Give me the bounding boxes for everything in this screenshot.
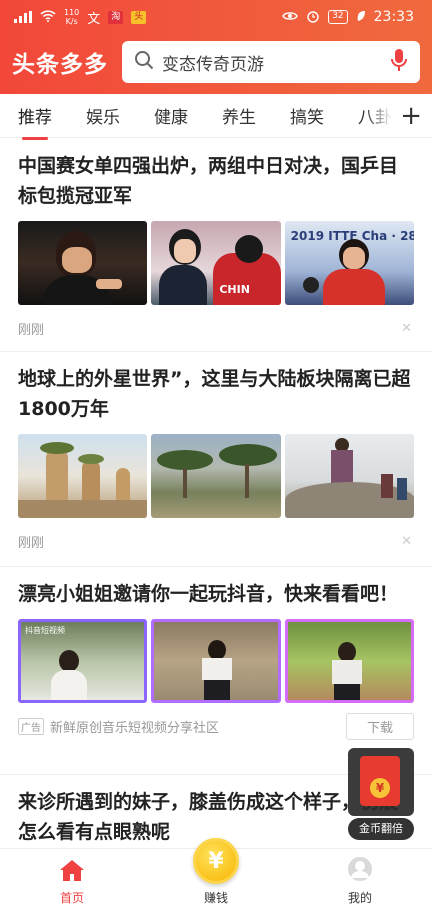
nav-profile-label: 我的 [347,891,372,905]
profile-icon [347,856,373,885]
ad-badge: 广告 [18,717,44,735]
bottom-nav: 首页 ¥ 赚钱 我的 [0,838,432,912]
ad-image[interactable]: 抖音短视频 [18,619,148,703]
nav-earn-label: 赚钱 [203,891,228,905]
nav-profile[interactable]: 我的 [288,849,432,912]
ad-image[interactable] [151,619,281,703]
article-image[interactable]: CHIN [151,221,281,305]
app-header: 110 K/s 文 淘 头 32 23:33 头条多多 变态传奇页游 [0,0,432,94]
nav-home-label: 首页 [59,891,84,905]
article-image[interactable]: 2019 ITTF Cha · 28 March-3 April [284,221,414,305]
tab-entertainment[interactable]: 娱乐 [68,103,136,128]
article-title[interactable]: 地球上的外星世界”，这里与大陆板块隔离已超1800万年 [18,352,414,424]
search-bar[interactable]: 变态传奇页游 [122,41,420,83]
tab-health[interactable]: 健康 [136,103,204,128]
tab-recommend[interactable]: 推荐 [0,103,68,140]
coin-icon: ¥ [193,838,239,884]
article-time: 刚刚 [18,535,45,551]
notification-app-icon-2: 头 [131,10,147,24]
battery-icon: 32 [328,10,348,24]
article-time: 刚刚 [18,322,45,338]
ad-title[interactable]: 漂亮小姐姐邀请你一起玩抖音，快来看看吧！ [18,567,414,609]
clock-time: 23:33 [373,9,414,25]
tab-funny[interactable]: 搞笑 [272,103,340,128]
notification-app-icon: 淘 [108,10,124,24]
article-image[interactable] [18,221,148,305]
download-button[interactable]: 下载 [345,712,414,740]
tab-wellness[interactable]: 养生 [204,103,272,128]
ad-image[interactable] [284,619,414,703]
eye-icon [282,10,298,25]
tiktok-watermark: 抖音短视频 [25,626,65,635]
status-bar: 110 K/s 文 淘 头 32 23:33 [0,0,432,34]
search-input[interactable]: 变态传奇页游 [162,50,390,75]
home-icon [58,858,86,885]
ad-card[interactable]: 漂亮小姐姐邀请你一起玩抖音，快来看看吧！ 抖音短视频 广告 新鲜原创音乐短视频分 [0,567,432,775]
leaf-icon [356,10,366,25]
wifi-icon [40,9,56,25]
search-icon [134,50,154,74]
app-logo: 头条多多 [12,52,108,78]
add-channel-icon[interactable]: + [400,103,422,129]
article-image[interactable] [151,434,281,518]
news-feed: 中国赛女单四强出炉，两组中日对决，国乒目标包揽冠亚军 CHIN 2019 ITT… [0,139,432,847]
article-image[interactable] [18,434,148,518]
coin-double-label[interactable]: 金币翻倍 [348,818,414,840]
floating-red-packet[interactable]: ¥ 金币翻倍 [348,748,414,840]
close-icon[interactable]: ✕ [401,534,412,549]
translate-app-icon: 文 [87,11,101,27]
article-card[interactable]: 中国赛女单四强出炉，两组中日对决，国乒目标包揽冠亚军 CHIN 2019 ITT… [0,139,432,352]
article-card[interactable]: 地球上的外星世界”，这里与大陆板块隔离已超1800万年 刚刚 ✕ [0,352,432,567]
close-icon[interactable]: ✕ [401,321,412,336]
nav-earn[interactable]: ¥ 赚钱 [144,838,288,912]
nav-home[interactable]: 首页 [0,849,144,912]
alarm-icon [306,9,320,26]
microphone-icon[interactable] [390,48,408,76]
signal-icon [14,11,32,23]
article-title[interactable]: 中国赛女单四强出炉，两组中日对决，国乒目标包揽冠亚军 [18,139,414,211]
article-image[interactable] [284,434,414,518]
image-overlay-text: CHIN [219,283,250,296]
network-speed: 110 K/s [64,8,80,26]
ad-sponsor: 新鲜原创音乐短视频分享社区 [50,720,220,736]
channel-tabs: 推荐 娱乐 健康 养生 搞笑 八卦 + [0,94,432,140]
